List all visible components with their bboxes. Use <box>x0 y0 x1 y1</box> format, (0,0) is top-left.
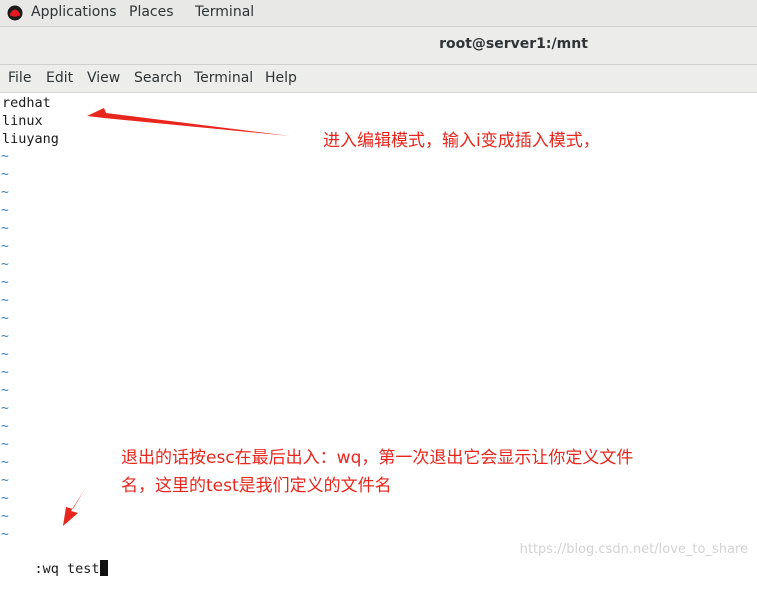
menu-bar: File Edit View Search Terminal Help <box>0 65 757 93</box>
empty-line-marker: ~ <box>1 149 9 164</box>
empty-line-marker: ~ <box>1 401 9 416</box>
empty-line-marker: ~ <box>1 221 9 236</box>
menu-search[interactable]: Search <box>134 70 182 86</box>
window-title: root@server1:/mnt <box>439 36 588 52</box>
menu-view[interactable]: View <box>87 70 120 86</box>
empty-line-marker: ~ <box>1 203 9 218</box>
applications-menu[interactable]: Applications <box>31 4 117 20</box>
arrow-to-text-icon <box>87 108 290 136</box>
file-line-3: liuyang <box>2 131 59 147</box>
terminal-app-menu[interactable]: Terminal <box>195 4 254 20</box>
file-line-1: redhat <box>2 95 51 111</box>
empty-line-marker: ~ <box>1 491 9 506</box>
menu-file[interactable]: File <box>8 70 31 86</box>
command-line[interactable]: :wq test <box>2 544 108 593</box>
file-line-2: linux <box>2 113 43 129</box>
empty-line-marker: ~ <box>1 455 9 470</box>
empty-line-marker: ~ <box>1 509 9 524</box>
empty-line-marker: ~ <box>1 365 9 380</box>
arrow-to-command-icon <box>63 487 86 526</box>
text-cursor <box>99 560 108 576</box>
empty-line-marker: ~ <box>1 257 9 272</box>
empty-line-marker: ~ <box>1 185 9 200</box>
empty-line-marker: ~ <box>1 347 9 362</box>
top-panel: Applications Places Terminal <box>0 0 757 27</box>
terminal-editor[interactable]: redhat linux liuyang ~ ~ ~ ~ ~ ~ ~ ~ ~ ~ ~ ~ ~ ~ ~ ~ ~ ~ ~… <box>0 93 757 577</box>
watermark: https://blog.csdn.net/love_to_share <box>519 542 748 557</box>
exit-annotation-line-2: 名，这里的test是我们定义的文件名 <box>121 476 392 496</box>
places-menu[interactable]: Places <box>129 4 174 20</box>
empty-line-marker: ~ <box>1 167 9 182</box>
empty-line-marker: ~ <box>1 293 9 308</box>
menu-edit[interactable]: Edit <box>46 70 73 86</box>
empty-line-marker: ~ <box>1 419 9 434</box>
redhat-logo-icon[interactable] <box>7 5 23 21</box>
empty-line-marker: ~ <box>1 437 9 452</box>
exit-annotation-line-1: 退出的话按esc在最后出入：wq，第一次退出它会显示让你定义文件 <box>121 448 634 468</box>
empty-line-marker: ~ <box>1 239 9 254</box>
empty-line-marker: ~ <box>1 383 9 398</box>
empty-line-marker: ~ <box>1 275 9 290</box>
empty-line-marker: ~ <box>1 527 9 542</box>
menu-terminal[interactable]: Terminal <box>194 70 253 86</box>
insert-mode-annotation: 进入编辑模式，输入i变成插入模式， <box>323 131 600 151</box>
command-text: :wq test <box>34 561 100 577</box>
empty-line-marker: ~ <box>1 311 9 326</box>
menu-help[interactable]: Help <box>265 70 297 86</box>
window-titlebar[interactable]: root@server1:/mnt <box>0 27 757 65</box>
empty-line-marker: ~ <box>1 329 9 344</box>
empty-line-marker: ~ <box>1 473 9 488</box>
